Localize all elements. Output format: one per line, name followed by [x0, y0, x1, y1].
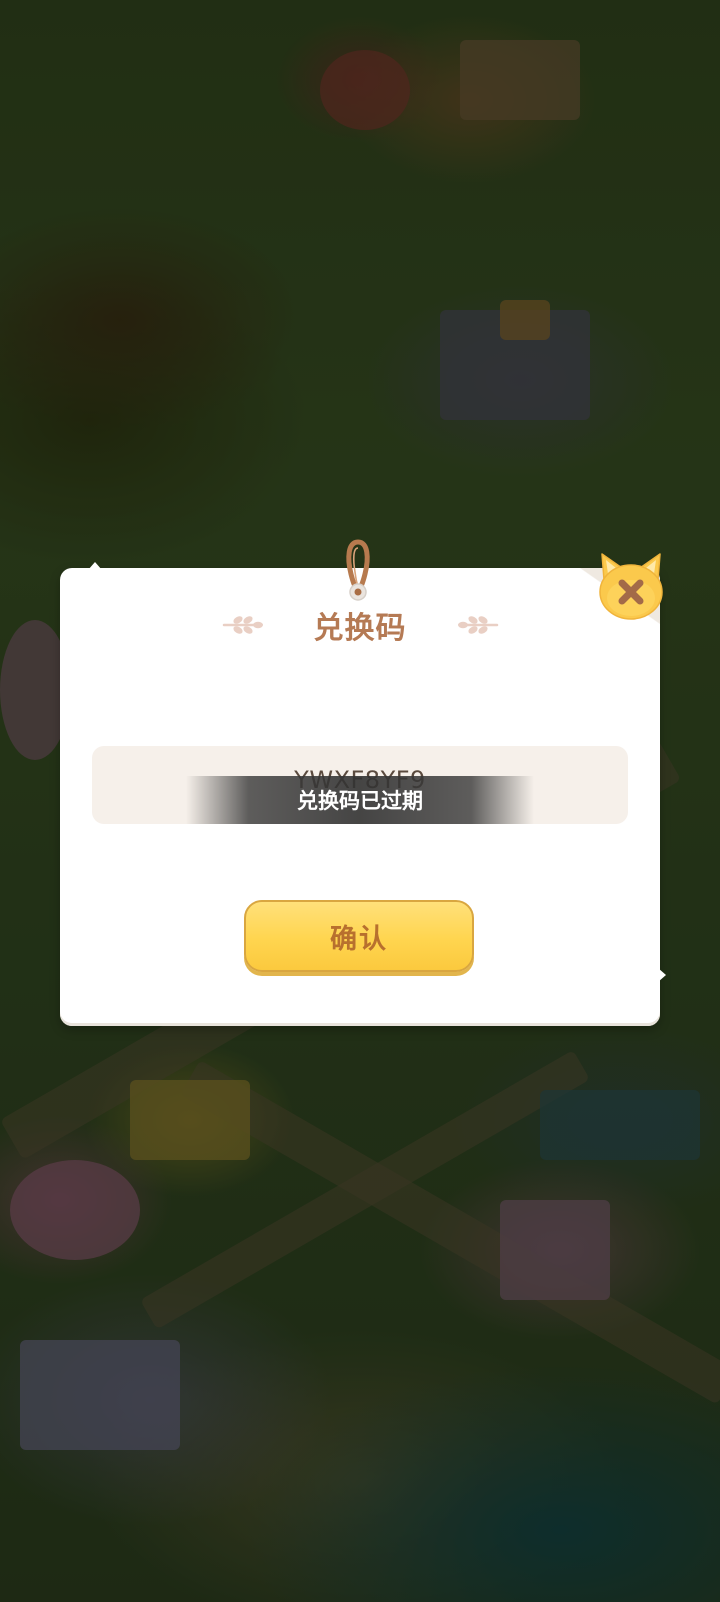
close-button[interactable] [594, 550, 668, 624]
dialog-header: 兑换码 [60, 600, 660, 650]
right-sprig-icon [457, 616, 498, 634]
left-sprig-icon [222, 616, 263, 634]
dialog-title: 兑换码 [313, 611, 407, 646]
toast-message: 兑换码已过期 [297, 789, 423, 813]
confirm-button-label: 确认 [330, 923, 388, 955]
edge-notch [88, 562, 102, 570]
game-screen: 兑换码 YWXF8YF9 兑换码已过期 确认 [0, 0, 720, 1602]
edge-notch [658, 968, 666, 982]
cat-close-icon [599, 553, 663, 620]
confirm-button[interactable]: 确认 [244, 900, 474, 972]
error-toast: 兑换码已过期 [186, 776, 534, 824]
rope-hanger-icon [346, 539, 370, 601]
